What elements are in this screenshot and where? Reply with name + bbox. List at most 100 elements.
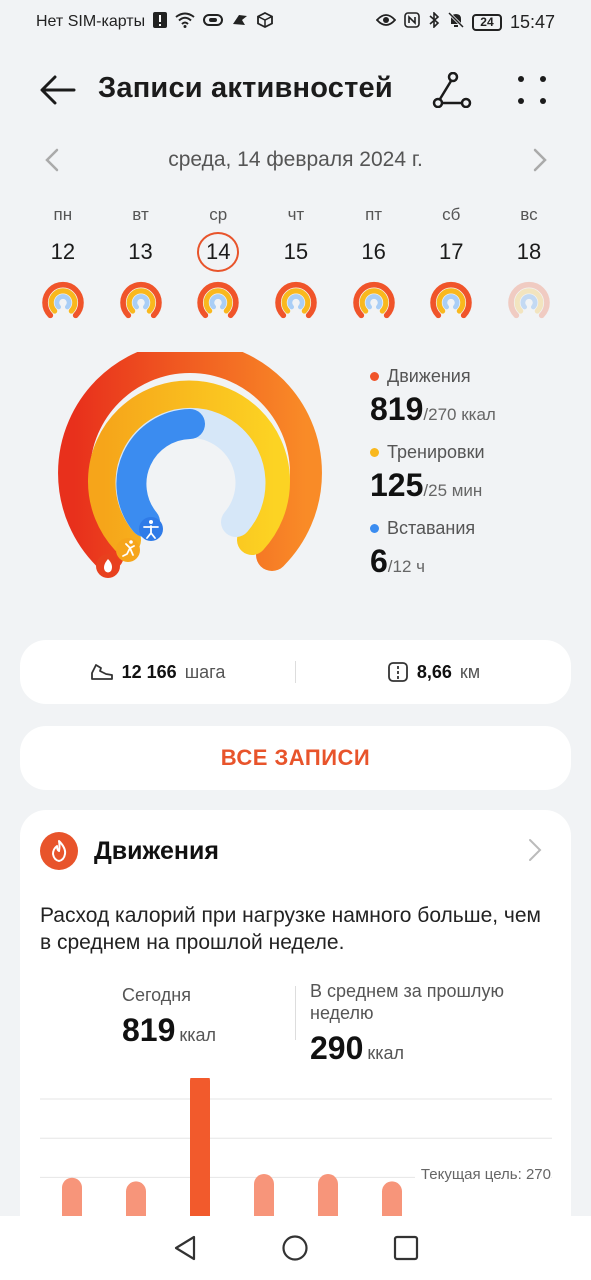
- day-name: сб: [442, 205, 461, 224]
- activity-stats: Движения 819/270 ккал Тренировки 125/25 …: [370, 366, 570, 594]
- today-label: Сегодня: [122, 985, 191, 1005]
- recents-square-icon: [393, 1235, 418, 1261]
- today-block: Сегодня 819 ккал: [122, 984, 216, 1049]
- stand-goal: /12 ч: [387, 557, 426, 576]
- day-13[interactable]: вт 13: [102, 200, 180, 325]
- more-button[interactable]: [510, 68, 554, 112]
- day-15[interactable]: чт 15: [257, 200, 335, 325]
- divider: [295, 986, 296, 1040]
- bar-ср: [190, 1078, 210, 1218]
- chevron-right-icon[interactable]: [528, 838, 542, 862]
- move-value: 819: [370, 391, 424, 427]
- distance-unit: км: [459, 661, 481, 682]
- day-number: 15: [283, 238, 309, 264]
- steps-value: 12 166: [121, 661, 177, 682]
- move-card-header: Движения: [40, 832, 219, 870]
- day-number: 17: [439, 238, 464, 264]
- back-arrow-icon: [40, 75, 76, 105]
- eye-icon: [375, 13, 397, 31]
- nav-home-button[interactable]: [275, 1228, 315, 1268]
- next-date-button[interactable]: [524, 142, 556, 178]
- steps-distance-card[interactable]: 12 166 шага 8,66 км: [20, 640, 571, 704]
- box-icon: [257, 11, 273, 32]
- exercise-goal: /25 мин: [423, 481, 483, 500]
- move-stat: Движения 819/270 ккал: [370, 366, 570, 428]
- status-bar: Нет SIM-карты 24 15:47: [0, 0, 591, 44]
- all-records-card[interactable]: ВСЕ ЗАПИСИ: [20, 726, 571, 790]
- move-detail-card[interactable]: Движения Расход калорий при нагрузке нам…: [20, 810, 571, 1280]
- stand-ring-progress: [116, 409, 205, 537]
- day-name: пт: [365, 205, 383, 224]
- move-label: Движения: [387, 366, 471, 386]
- page-title: Записи активностей: [98, 72, 393, 104]
- distance-value: 8,66: [416, 661, 452, 682]
- day-16[interactable]: пт 16: [335, 200, 413, 325]
- day-12[interactable]: пн 12: [24, 200, 102, 325]
- more-icon: [518, 76, 546, 104]
- stand-dot: [370, 524, 379, 533]
- system-nav-bar: [0, 1216, 591, 1280]
- exercise-stat: Тренировки 125/25 мин: [370, 442, 570, 504]
- day-name: пн: [53, 205, 73, 224]
- current-date: среда, 14 февраля 2024 г.: [168, 148, 423, 171]
- nav-recents-button[interactable]: [386, 1228, 426, 1268]
- bar-пн: [62, 1177, 82, 1218]
- stand-stat: Вставания 6/12 ч: [370, 518, 570, 580]
- chevron-right-icon: [533, 148, 547, 172]
- back-button[interactable]: [38, 70, 78, 110]
- all-records-button[interactable]: ВСЕ ЗАПИСИ: [221, 745, 370, 771]
- mute-icon: [447, 11, 465, 32]
- fire-badge-icon: [40, 832, 78, 870]
- stand-label: Вставания: [387, 518, 476, 538]
- day-activity-rings-icon: [275, 281, 317, 318]
- day-18[interactable]: вс 18: [490, 200, 568, 325]
- exercise-value: 125: [370, 467, 424, 503]
- day-number: 16: [361, 238, 386, 264]
- move-dot: [370, 372, 379, 381]
- today-unit: ккал: [179, 1025, 217, 1045]
- calorie-comparison: Сегодня 819 ккал В среднем за прошлую нед…: [20, 980, 571, 1070]
- steps-unit: шага: [184, 661, 226, 682]
- day-number: 18: [516, 238, 542, 264]
- week-strip: пн 12 вт 13 ср 14 чт 15 пт 16 сб 17 вс 18: [24, 200, 568, 325]
- move-description: Расход калорий при нагрузке намного боль…: [40, 904, 541, 954]
- bar-чт: [254, 1174, 274, 1218]
- avg-value: 290: [310, 1030, 364, 1066]
- shoe-icon: [90, 664, 113, 680]
- stand-value: 6: [370, 543, 388, 579]
- day-14[interactable]: ср 14: [179, 200, 257, 325]
- alert-icon: [153, 12, 168, 32]
- bluetooth-icon: [428, 11, 440, 32]
- status-right: 24 15:47: [375, 11, 555, 33]
- day-17[interactable]: сб 17: [412, 200, 490, 325]
- avg-unit: ккал: [367, 1043, 405, 1063]
- back-triangle-icon: [175, 1235, 196, 1261]
- day-activity-rings-icon: [430, 281, 473, 318]
- nav-back-button[interactable]: [165, 1228, 205, 1268]
- bar-пт: [318, 1174, 338, 1218]
- route-icon: [432, 72, 472, 108]
- status-left: Нет SIM-карты: [36, 11, 273, 32]
- route-button[interactable]: [430, 68, 474, 112]
- day-number: 12: [50, 238, 76, 264]
- nfc-icon: [404, 12, 420, 32]
- distance-summary: 8,66 км: [296, 661, 571, 683]
- date-navigator: среда, 14 февраля 2024 г.: [0, 138, 591, 182]
- carrier-label: Нет SIM-карты: [36, 13, 146, 30]
- bar-вт: [126, 1181, 146, 1218]
- today-value: 819: [122, 1012, 176, 1048]
- avg-block: В среднем за прошлую неделю 290 ккал: [310, 980, 550, 1067]
- activity-rings-chart: [58, 352, 322, 578]
- day-activity-rings-icon: [42, 281, 84, 318]
- day-number: 14: [197, 232, 240, 272]
- day-activity-rings-icon: [352, 281, 395, 318]
- home-circle-icon: [282, 1235, 309, 1261]
- hotspot-icon: [203, 12, 224, 32]
- day-number: 13: [128, 238, 153, 264]
- steps-summary: 12 166 шага: [20, 662, 295, 683]
- wifi-icon: [175, 12, 195, 32]
- bar-сб: [382, 1181, 402, 1218]
- move-goal: /270 ккал: [423, 405, 496, 424]
- battery-indicator: 24: [471, 13, 502, 31]
- day-activity-rings-icon: [508, 281, 550, 318]
